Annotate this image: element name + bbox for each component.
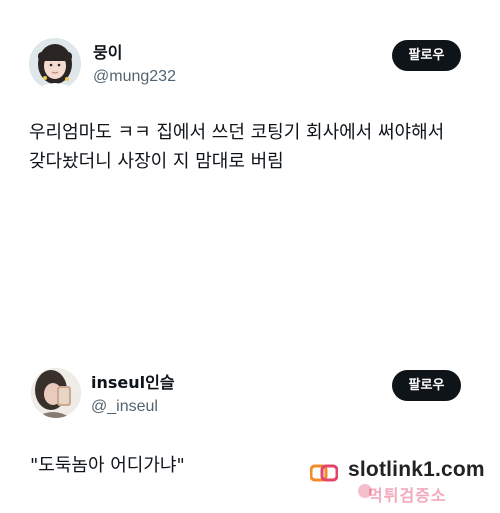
tweet-text: 우리엄마도 ㅋㅋ 집에서 쓰던 코팅기 회사에서 써야해서 갖다놨더니 사장이 … xyxy=(29,122,445,172)
author-name[interactable]: 뭉이 xyxy=(93,43,122,63)
avatar[interactable] xyxy=(29,38,81,90)
author-handle[interactable]: @mung232 xyxy=(93,67,176,87)
post-1: 뭉이 @mung232 팔로우 우리엄마도 ㅋㅋ 집에서 쓰던 코팅기 회사에서… xyxy=(0,0,500,345)
author-name[interactable]: inseul인슬 xyxy=(91,373,175,393)
avatar-image xyxy=(31,368,81,418)
watermark: slotlink1.com 먹튀검증소 xyxy=(306,456,496,508)
follow-button[interactable]: 팔로우 xyxy=(392,40,461,71)
tweet-text: "도둑놈아 어디가냐" xyxy=(30,455,185,476)
watermark-url: slotlink1.com xyxy=(348,458,485,481)
follow-button[interactable]: 팔로우 xyxy=(392,370,461,401)
author-handle[interactable]: @_inseul xyxy=(91,397,158,417)
watermark-subtitle: 먹튀검증소 xyxy=(368,486,447,505)
avatar-image xyxy=(29,38,81,90)
chain-link-icon xyxy=(310,464,338,482)
avatar[interactable] xyxy=(31,368,81,418)
